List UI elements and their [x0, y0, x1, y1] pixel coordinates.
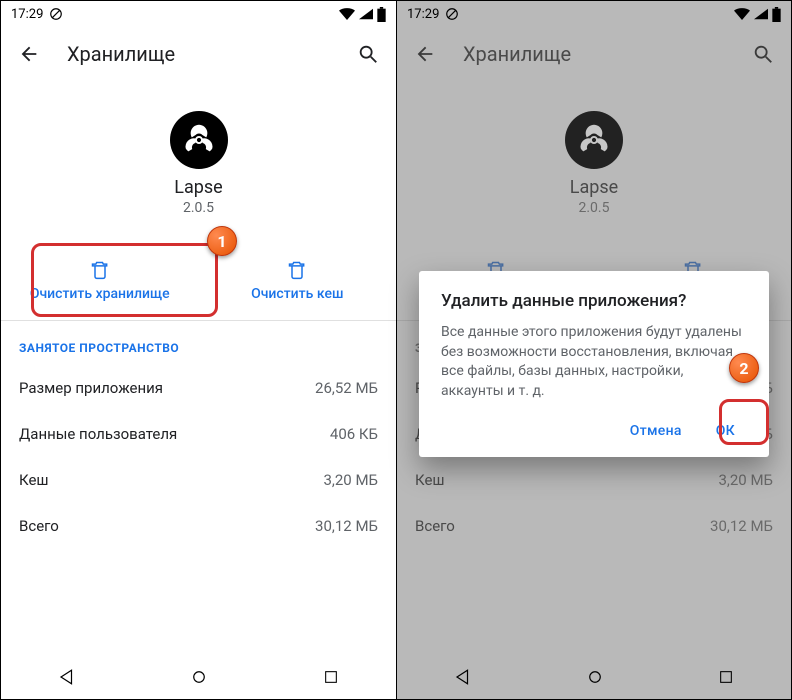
cell-signal-icon — [359, 8, 373, 20]
dialog-title: Удалить данные приложения? — [441, 291, 747, 311]
app-info: Lapse 2.0.5 — [397, 111, 791, 216]
content: Lapse 2.0.5 Очистить хранилище Очистить … — [1, 81, 396, 549]
dialog-cancel-button[interactable]: Отмена — [618, 415, 694, 447]
dialog-actions: Отмена ОК — [441, 415, 747, 447]
back-button[interactable] — [9, 34, 49, 74]
screenshot-right: 17:29 Хранилище Lapse 2.0.5 — [396, 1, 791, 699]
row-total: Всего30,12 МБ — [1, 503, 396, 549]
trash-icon — [90, 260, 110, 280]
clear-cache-label: Очистить кеш — [251, 286, 343, 302]
no-network-icon — [49, 7, 63, 21]
storage-rows: Размер приложения26,52 МБ Данные пользов… — [1, 365, 396, 549]
phone-frame: 17:29 Хранилище Lapse 2.0.5 — [1, 1, 396, 699]
app-version: 2.0.5 — [397, 200, 791, 216]
status-time: 17:29 — [11, 7, 43, 22]
search-button[interactable] — [348, 34, 388, 74]
page-title: Хранилище — [463, 42, 725, 66]
row-user-data: Данные пользователя406 КБ — [1, 411, 396, 457]
row-cache: Кеш3,20 МБ — [1, 457, 396, 503]
nav-back-button[interactable] — [58, 668, 76, 686]
nav-home-button[interactable] — [586, 668, 604, 686]
nav-bar — [1, 655, 396, 699]
screenshot-left: 17:29 Хранилище Lapse 2.0.5 — [1, 1, 396, 699]
dialog-ok-button[interactable]: ОК — [704, 415, 747, 447]
annotation-badge-2: 2 — [729, 353, 759, 383]
row-cache: Кеш3,20 МБ — [397, 457, 791, 503]
row-app-size: Размер приложения26,52 МБ — [1, 365, 396, 411]
action-row: Очистить хранилище Очистить кеш — [1, 250, 396, 321]
nav-recents-button[interactable] — [323, 669, 339, 685]
back-button[interactable] — [405, 34, 445, 74]
battery-icon — [377, 7, 386, 22]
search-button[interactable] — [743, 34, 783, 74]
nav-home-button[interactable] — [190, 668, 208, 686]
wifi-icon — [734, 8, 750, 20]
row-total: Всего30,12 МБ — [397, 503, 791, 549]
app-version: 2.0.5 — [1, 200, 396, 216]
app-bar: Хранилище — [397, 27, 791, 81]
clear-storage-button[interactable]: Очистить хранилище — [1, 250, 199, 314]
app-info: Lapse 2.0.5 — [1, 111, 396, 216]
section-label: ЗАНЯТОЕ ПРОСТРАНСТВО — [1, 321, 396, 365]
status-bar: 17:29 — [1, 1, 396, 27]
confirm-dialog: Удалить данные приложения? Все данные эт… — [419, 271, 769, 457]
status-bar: 17:29 — [397, 1, 791, 27]
clear-cache-button[interactable]: Очистить кеш — [199, 250, 397, 314]
app-icon — [170, 111, 228, 169]
nav-bar — [397, 655, 791, 699]
status-time: 17:29 — [407, 7, 439, 22]
annotation-badge-1: 1 — [207, 226, 237, 256]
no-network-icon — [445, 7, 459, 21]
clear-storage-label: Очистить хранилище — [30, 286, 170, 302]
nav-back-button[interactable] — [454, 668, 472, 686]
cell-signal-icon — [754, 8, 768, 20]
app-bar: Хранилище — [1, 27, 396, 81]
page-title: Хранилище — [67, 42, 330, 66]
app-name: Lapse — [397, 177, 791, 198]
dialog-body: Все данные этого приложения будут удален… — [441, 323, 747, 401]
app-icon — [565, 111, 623, 169]
app-name: Lapse — [1, 177, 396, 198]
battery-icon — [772, 7, 781, 22]
wifi-icon — [339, 8, 355, 20]
trash-icon — [287, 260, 307, 280]
nav-recents-button[interactable] — [718, 669, 734, 685]
